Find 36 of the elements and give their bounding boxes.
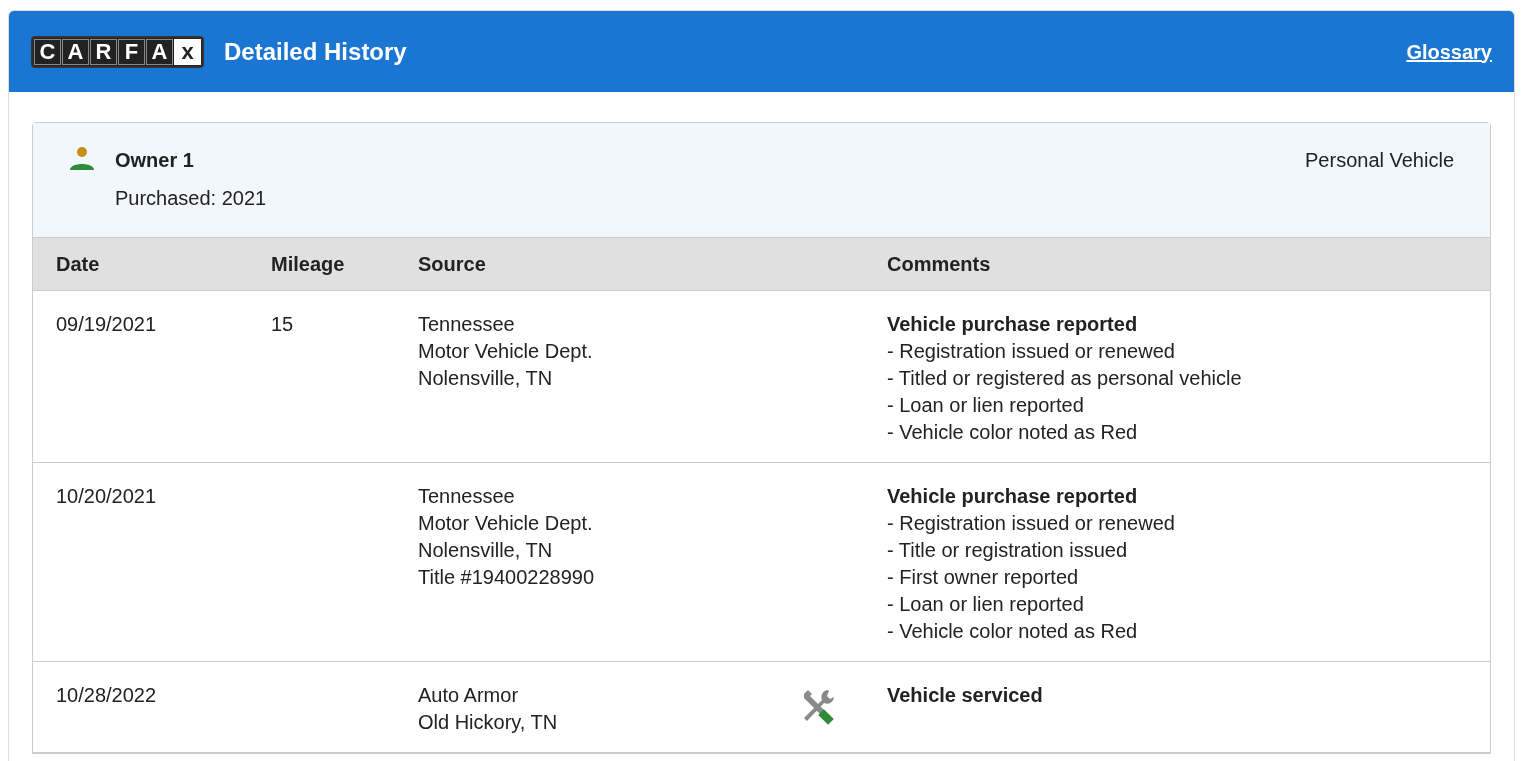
source-line: Old Hickory, TN [418,710,559,735]
mileage-cell: 15 [271,313,294,335]
comment-line: - Registration issued or renewed [887,511,1175,536]
source-line: Motor Vehicle Dept. [418,511,594,536]
comment-title: Vehicle purchase reported [887,312,1139,337]
comment-line: - Title or registration issued [887,538,1129,563]
person-icon [69,145,95,171]
column-header: Mileage [271,252,346,277]
comment-line: - Titled or registered as personal vehicle [887,366,1242,391]
comment-title: Vehicle serviced [887,683,1043,708]
column-header: Comments [887,252,991,277]
date-cell-text: 09/19/2021 [56,312,158,337]
comment-line: - Loan or lien reported [887,592,1085,617]
comment-line: - First owner reported [887,565,1080,590]
vehicle-use: Personal Vehicle [1305,148,1454,173]
date-cell-text: 10/20/2021 [56,484,158,509]
logo: C A R F A x [31,35,204,68]
comment-line: - Loan or lien reported [887,393,1085,418]
date-cell-text: 10/28/2022 [56,683,158,708]
source-line: Auto Armor [418,683,520,708]
comment-line: - Vehicle color noted as Red [887,420,1139,445]
source-line: Motor Vehicle Dept. [418,339,594,364]
comment-line: - Registration issued or renewed [887,339,1176,364]
source-line: Title #19400228990 [418,565,596,590]
column-header: Source [418,252,487,277]
source-line: Nolensville, TN [418,538,554,563]
source-line: Tennessee [418,312,516,337]
comment-line: - Vehicle color noted as Red [887,619,1139,644]
source-line: Tennessee [418,484,516,509]
purchased-year: Purchased: 2021 [115,186,267,211]
comment-title: Vehicle purchase reported [887,484,1139,509]
owner-name: Owner 1 [115,148,195,173]
column-header: Date [56,252,101,277]
glossary-link[interactable]: Glossary [1406,36,1492,67]
source-line: Nolensville, TN [418,366,554,391]
page-title: Detailed History [224,36,407,67]
